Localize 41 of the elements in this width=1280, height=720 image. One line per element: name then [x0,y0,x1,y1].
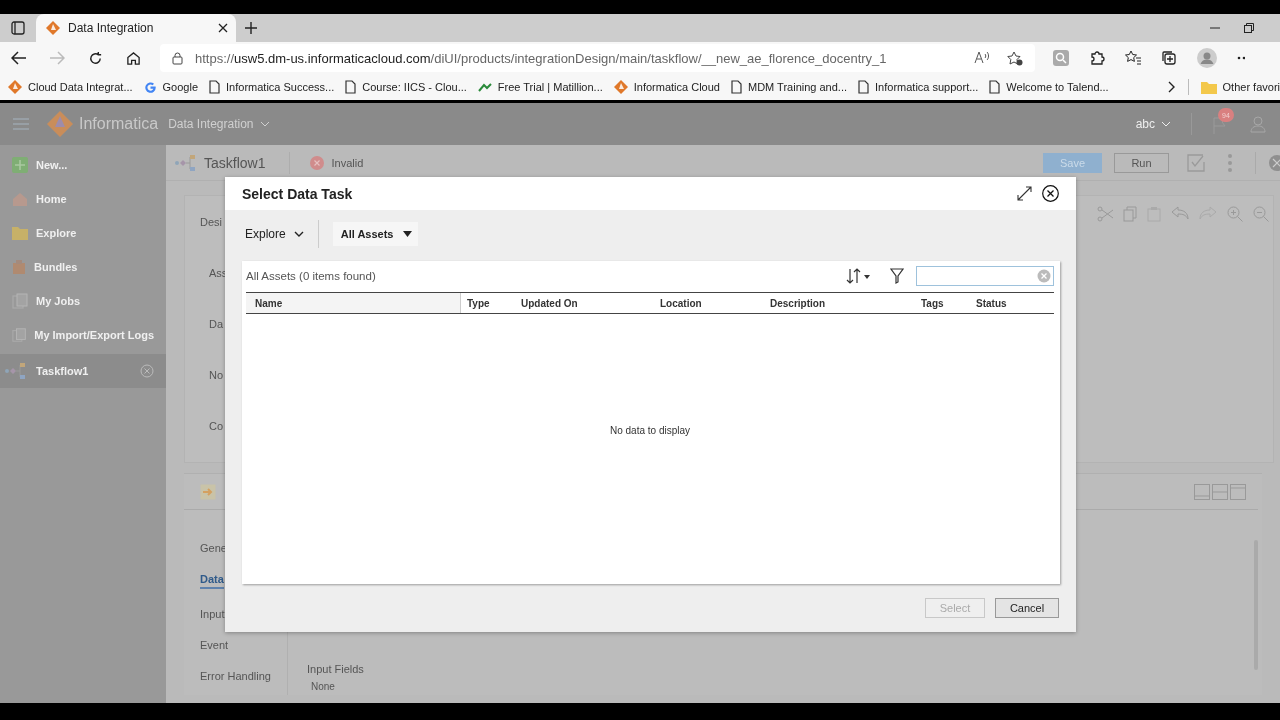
section-label: Co [208,420,224,432]
property-tab[interactable]: Error Handling [200,670,271,682]
bookmark-link[interactable]: Free Trial | Matillion... [477,81,603,93]
asset-type-dropdown[interactable]: All Assets [332,222,419,246]
validation-status: Invalid [289,151,364,174]
bookmark-link[interactable]: Course: IICS - Clou... [345,80,467,94]
brand-name: Informatica [79,115,159,133]
property-tab[interactable]: Data [200,573,224,589]
bookmark-link[interactable]: Google [143,80,199,94]
column-header[interactable]: Name [246,293,461,313]
bookmark-link[interactable]: Cloud Data Integrat... [8,80,133,94]
property-tab[interactable]: Input [200,608,225,620]
column-header[interactable]: Location [654,293,764,313]
field-label: Input Fields [307,663,365,675]
empty-message: No data to display [609,424,691,436]
section-label: Desi [200,216,222,228]
address-bar[interactable]: https://usw5.dm-us.informaticacloud.com/diUI/products/integrationDesign/main/taskflow/__new_ae_florence_docentry_1 [160,44,1035,72]
column-header[interactable]: Type [461,293,515,313]
browser-tab[interactable]: Data Integration [36,14,236,42]
bookmark-link[interactable]: Informatica support... [858,80,979,94]
dialog-button[interactable]: Cancel [995,598,1059,618]
column-header[interactable]: Status [970,293,1051,313]
run-button[interactable]: Run [1114,152,1169,173]
taskflow-title: Taskflow1 [204,154,266,171]
bookmark-link[interactable]: Informatica Success... [209,80,335,94]
section-label: No [208,369,224,381]
explore-dropdown[interactable]: Explore [245,220,319,248]
property-tab[interactable]: Event [200,639,229,651]
column-header[interactable]: Tags [915,293,970,313]
bookmark-link[interactable]: Informatica Cloud [613,80,720,94]
dialog-title: Select Data Task [242,185,354,202]
section-label: Da [208,318,224,330]
bookmark-folder[interactable]: Other favori [1200,80,1280,94]
bookmark-link[interactable]: MDM Training and... [731,80,848,94]
column-header[interactable]: Updated On [515,293,654,313]
bookmark-link[interactable]: Welcome to Talend... [989,80,1109,94]
field-value: None [310,681,336,692]
result-count: All Assets (0 items found) [246,269,377,282]
column-header[interactable]: Description [764,293,915,313]
property-tab[interactable]: Gene [200,542,227,554]
url-text: https://usw5.dm-us.informaticacloud.com/diUI/products/integrationDesign/main/taskflow/__new_ae_florence_docentry_1 [195,50,887,66]
